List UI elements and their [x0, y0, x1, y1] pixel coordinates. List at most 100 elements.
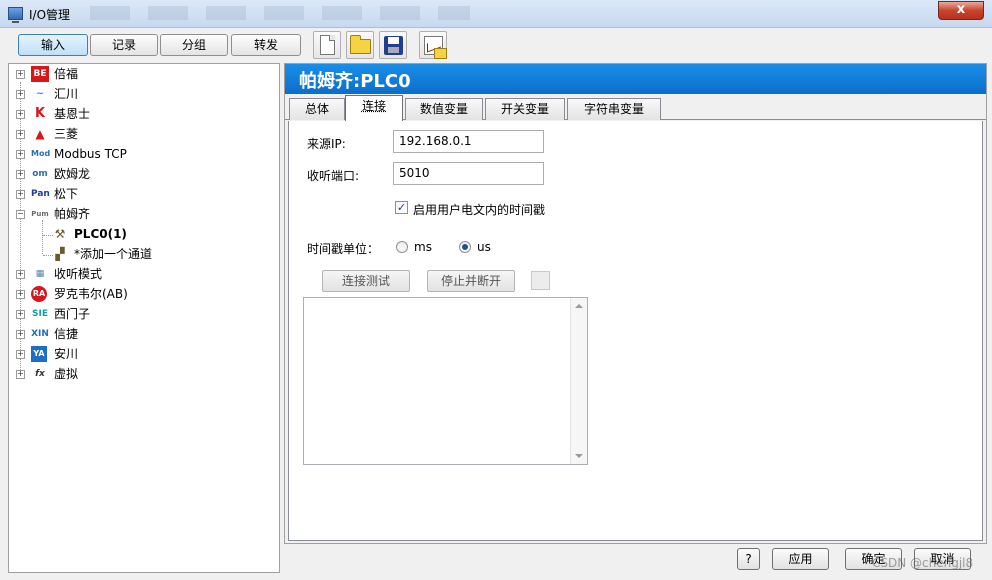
- modbus-logo-icon: Mod: [31, 149, 51, 158]
- tab-connection[interactable]: 连接: [345, 95, 403, 121]
- scroll-down-arrow-icon[interactable]: [575, 454, 583, 458]
- save-button[interactable]: [379, 31, 407, 59]
- tab-string-variables[interactable]: 字符串变量: [567, 98, 661, 120]
- tab-label: 总体: [304, 102, 329, 116]
- expand-icon[interactable]: +: [16, 190, 25, 199]
- source-ip-input[interactable]: 192.168.0.1: [393, 130, 544, 153]
- tab-label: 连接: [361, 99, 386, 113]
- listen-port-label: 收听端口:: [307, 169, 360, 183]
- use-timestamp-label: 启用用户电文内的时间戳: [413, 203, 546, 217]
- mitsubishi-logo-icon: ▲: [35, 127, 45, 141]
- keyence-logo-icon: K: [34, 106, 46, 121]
- record-button[interactable]: 记录: [90, 34, 158, 56]
- expand-icon[interactable]: +: [16, 150, 25, 159]
- open-folder-icon: [350, 35, 371, 54]
- apply-button[interactable]: 应用: [772, 548, 829, 570]
- inovance-logo-icon: ~: [36, 89, 44, 99]
- unit-ms-label: ms: [414, 240, 432, 254]
- omron-logo-icon: om: [32, 169, 48, 179]
- pamzi-logo-icon: Pum: [31, 210, 49, 218]
- connection-status-indicator: [531, 271, 550, 290]
- chart-button[interactable]: [419, 31, 447, 59]
- tab-strip: 总体 连接 数值变量 开关变量 字符串变量: [285, 95, 986, 121]
- siemens-logo-icon: SIE: [32, 309, 48, 319]
- save-disk-icon: [384, 36, 403, 55]
- listen-mode-icon: ▦: [35, 269, 45, 279]
- title-bar: I/O管理 x: [0, 0, 992, 28]
- plc-tool-icon: ⚒: [54, 227, 66, 241]
- title-blur-region: [90, 6, 470, 20]
- device-tree[interactable]: + BE 倍福 + ~ 汇川 + K 基恩士 + ▲ 三菱 + Mod Modb…: [8, 63, 280, 573]
- input-button[interactable]: 输入: [18, 34, 88, 56]
- tab-label: 开关变量: [500, 102, 549, 116]
- window-title: I/O管理: [29, 8, 71, 22]
- timestamp-unit-label: 时间戳单位：: [307, 242, 380, 256]
- expand-icon[interactable]: +: [16, 350, 25, 359]
- expand-icon[interactable]: +: [16, 330, 25, 339]
- connection-log-area[interactable]: [303, 297, 588, 465]
- connection-tab-page: 来源IP: 192.168.0.1 收听端口: 5010 ✓ 启用用户电文内的时…: [288, 121, 983, 541]
- forward-button[interactable]: 转发: [231, 34, 301, 56]
- yaskawa-logo-icon: YA: [31, 346, 47, 362]
- tree-item-label: 倍福: [54, 67, 79, 81]
- unit-us-label: us: [477, 240, 491, 254]
- tree-item-label: 汇川: [54, 87, 79, 101]
- tree-item-label: 欧姆龙: [54, 167, 91, 181]
- listen-port-input[interactable]: 5010: [393, 162, 544, 185]
- tree-item-label: 基恩士: [54, 107, 91, 121]
- device-config-panel: 帕姆齐:PLC0 总体 连接 数值变量 开关变量 字符串变量 来源IP: 192…: [284, 63, 987, 544]
- stop-disconnect-button[interactable]: 停止并断开: [427, 270, 515, 292]
- tree-item-label: 信捷: [54, 327, 79, 341]
- rockwell-logo-icon: RA: [31, 286, 47, 302]
- unit-us-radio[interactable]: [459, 241, 471, 253]
- tree-guide-line: [42, 220, 43, 254]
- log-scrollbar[interactable]: [570, 298, 587, 464]
- help-button[interactable]: ?: [737, 548, 760, 570]
- beckhoff-logo-icon: BE: [31, 66, 49, 82]
- xinje-logo-icon: XIN: [31, 329, 49, 339]
- source-ip-label: 来源IP:: [307, 137, 346, 151]
- tree-item-label: 安川: [54, 347, 79, 361]
- tab-label: 数值变量: [419, 102, 468, 116]
- test-connection-button[interactable]: 连接测试: [322, 270, 410, 292]
- tree-item-label: 松下: [54, 187, 79, 201]
- tree-item-label: *添加一个通道: [74, 247, 153, 261]
- chart-folder-icon: [424, 36, 447, 59]
- group-button[interactable]: 分组: [160, 34, 228, 56]
- tab-numeric-variables[interactable]: 数值变量: [405, 98, 483, 120]
- tree-item-label: PLC0(1): [74, 227, 127, 241]
- tree-item-label: 收听模式: [54, 267, 103, 281]
- expand-icon[interactable]: +: [16, 90, 25, 99]
- scroll-up-arrow-icon[interactable]: [575, 304, 583, 308]
- expand-icon[interactable]: +: [16, 70, 25, 79]
- expand-icon[interactable]: +: [16, 370, 25, 379]
- close-button[interactable]: x: [938, 1, 984, 20]
- use-timestamp-checkbox[interactable]: ✓: [395, 201, 408, 214]
- tree-item-label: 帕姆齐: [54, 207, 91, 221]
- virtual-function-icon: fx: [35, 369, 45, 379]
- open-button[interactable]: [346, 31, 374, 59]
- expand-icon[interactable]: +: [16, 290, 25, 299]
- panel-title: 帕姆齐:PLC0: [299, 71, 411, 92]
- collapse-icon[interactable]: −: [16, 210, 25, 219]
- watermark-text: CSDN @chengjl8: [872, 556, 974, 570]
- add-channel-icon: ▞: [55, 247, 65, 261]
- tree-item-label: 罗克韦尔(AB): [54, 287, 128, 301]
- expand-icon[interactable]: +: [16, 170, 25, 179]
- new-document-icon: [320, 35, 335, 55]
- tab-switch-variables[interactable]: 开关变量: [485, 98, 565, 120]
- expand-icon[interactable]: +: [16, 310, 25, 319]
- expand-icon[interactable]: +: [16, 270, 25, 279]
- tree-item-label: 三菱: [54, 127, 79, 141]
- tab-label: 字符串变量: [583, 102, 644, 116]
- tree-item-label: 西门子: [54, 307, 91, 321]
- unit-ms-radio[interactable]: [396, 241, 408, 253]
- panel-header: 帕姆齐:PLC0: [285, 64, 986, 94]
- toolbar: 输入 记录 分组 转发: [0, 28, 992, 63]
- tree-item-label: Modbus TCP: [54, 147, 127, 161]
- expand-icon[interactable]: +: [16, 130, 25, 139]
- tab-general[interactable]: 总体: [289, 98, 345, 120]
- new-document-button[interactable]: [313, 31, 341, 59]
- app-icon: [8, 7, 23, 23]
- expand-icon[interactable]: +: [16, 110, 25, 119]
